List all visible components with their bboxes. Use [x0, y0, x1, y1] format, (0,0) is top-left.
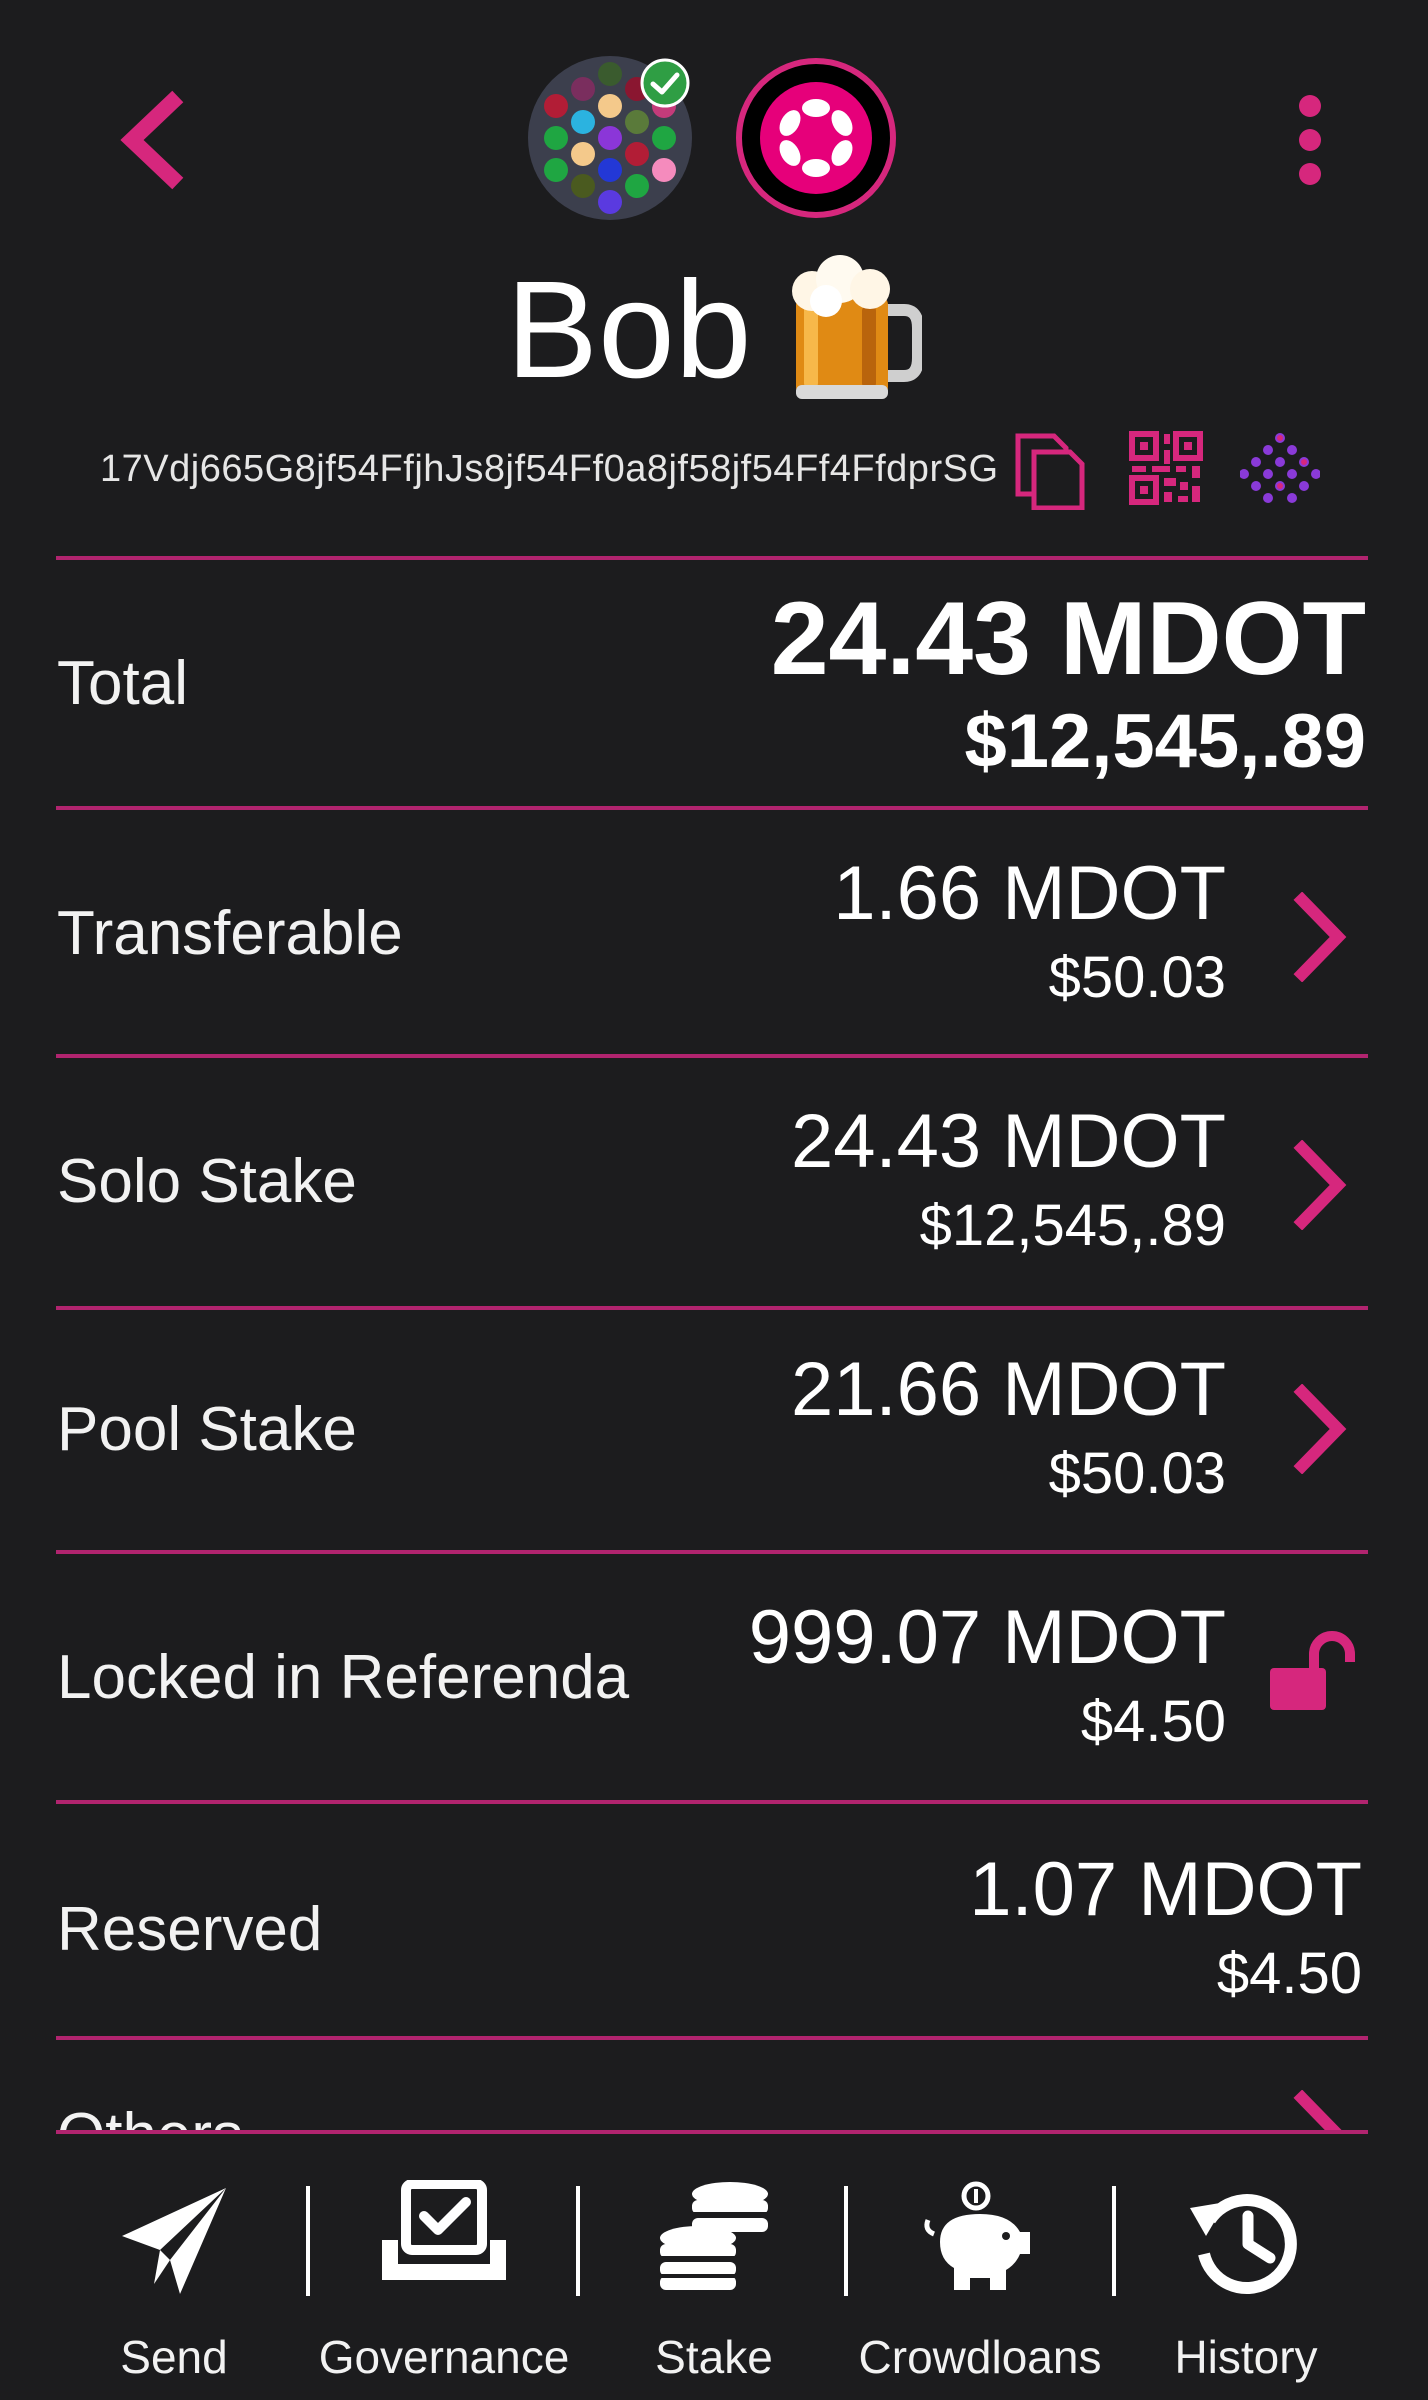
others-label: Others: [57, 2100, 243, 2132]
coins-icon: [660, 2182, 768, 2290]
divider: [56, 556, 1368, 560]
history-icon: [1190, 2194, 1297, 2295]
total-fiat: $12,545,.89: [964, 699, 1367, 784]
transferable-label: Transferable: [57, 899, 403, 968]
pool-stake-label: Pool Stake: [57, 1395, 357, 1464]
nav-history[interactable]: History: [1116, 2150, 1376, 2400]
nav-stake-label: Stake: [655, 2331, 773, 2383]
back-chevron-icon[interactable]: [110, 90, 200, 190]
account-name: Bob: [506, 253, 752, 407]
chevron-right-icon[interactable]: [1290, 1140, 1350, 1230]
solo-stake-label: Solo Stake: [57, 1147, 357, 1216]
solo-stake-fiat: $12,545,.89: [919, 1193, 1226, 1258]
piggy-bank-icon: [924, 2181, 1030, 2290]
divider: [56, 1550, 1368, 1554]
divider: [56, 2130, 1368, 2134]
nav-separator: [576, 2186, 580, 2296]
divider: [56, 1054, 1368, 1058]
locked-referenda-fiat: $4.50: [1080, 1689, 1226, 1754]
pool-stake-amount: 21.66 MDOT: [790, 1347, 1226, 1432]
nav-stake[interactable]: Stake: [584, 2150, 844, 2400]
chevron-right-icon[interactable]: [1290, 2090, 1350, 2132]
total-amount: 24.43 MDOT: [770, 581, 1366, 697]
transferable-amount: 1.66 MDOT: [833, 851, 1226, 936]
copy-icon[interactable]: [1010, 430, 1090, 510]
account-address: 17Vdj665G8jf54FfjhJs8jf54Ff0a8jf58jf54Ff…: [100, 448, 999, 490]
others-row[interactable]: Others: [0, 2040, 1428, 2132]
divider: [56, 1306, 1368, 1310]
reserved-amount: 1.07 MDOT: [969, 1847, 1362, 1932]
chain-logo[interactable]: [736, 58, 896, 218]
account-name-row: Bob: [0, 255, 1428, 405]
reserved-label: Reserved: [57, 1895, 323, 1964]
qr-code-icon[interactable]: [1128, 430, 1204, 506]
nav-history-label: History: [1174, 2331, 1318, 2383]
more-menu-icon[interactable]: [1280, 90, 1340, 190]
polkadot-logo-icon: [760, 82, 872, 194]
nav-governance-label: Governance: [318, 2331, 570, 2383]
nav-crowdloans-label: Crowdloans: [858, 2331, 1102, 2383]
nav-send[interactable]: Send: [44, 2150, 304, 2400]
reserved-fiat: $4.50: [1216, 1941, 1362, 2006]
pool-stake-fiat: $50.03: [1048, 1441, 1226, 1506]
lock-open-icon[interactable]: [1266, 1630, 1356, 1714]
solo-stake-amount: 24.43 MDOT: [790, 1099, 1226, 1184]
address-row: 17Vdj665G8jf54FfjhJs8jf54Ff0a8jf58jf54Ff…: [0, 430, 1428, 510]
nav-governance[interactable]: Governance: [314, 2150, 574, 2400]
transferable-fiat: $50.03: [1048, 945, 1226, 1010]
vote-icon: [382, 2180, 506, 2280]
bottom-navigation: Send Governance Stake Crowdloans History: [0, 2150, 1428, 2400]
chevron-right-icon[interactable]: [1290, 1384, 1350, 1474]
nav-separator: [844, 2186, 848, 2296]
divider: [56, 1800, 1368, 1804]
divider: [56, 806, 1368, 810]
send-icon: [122, 2188, 226, 2294]
nav-crowdloans[interactable]: Crowdloans: [850, 2150, 1110, 2400]
total-label: Total: [57, 649, 188, 718]
nav-send-label: Send: [120, 2331, 228, 2383]
locked-referenda-label: Locked in Referenda: [57, 1643, 630, 1712]
nav-separator: [306, 2186, 310, 2296]
locked-referenda-amount: 999.07 MDOT: [748, 1595, 1226, 1680]
chevron-right-icon[interactable]: [1290, 892, 1350, 982]
verified-check-icon: [640, 58, 690, 108]
beer-mug-icon: [792, 255, 922, 399]
subscan-explorer-icon[interactable]: [1240, 432, 1320, 508]
